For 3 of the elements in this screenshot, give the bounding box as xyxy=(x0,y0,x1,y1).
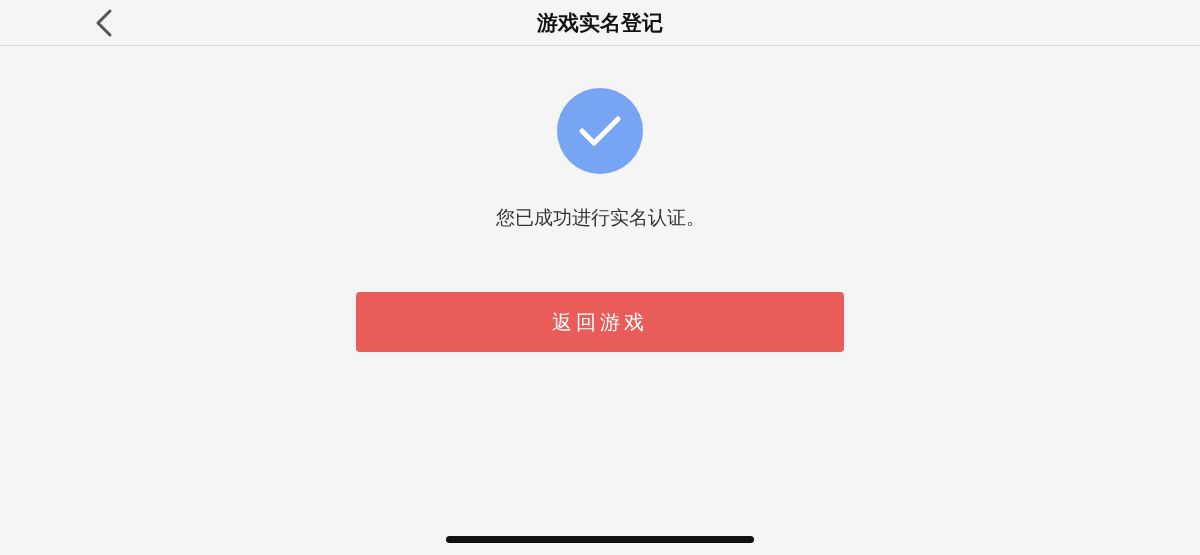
page-title: 游戏实名登记 xyxy=(537,11,663,35)
return-button[interactable]: 返回游戏 xyxy=(356,291,844,352)
success-message: 您已成功进行实名认证。 xyxy=(495,205,705,230)
